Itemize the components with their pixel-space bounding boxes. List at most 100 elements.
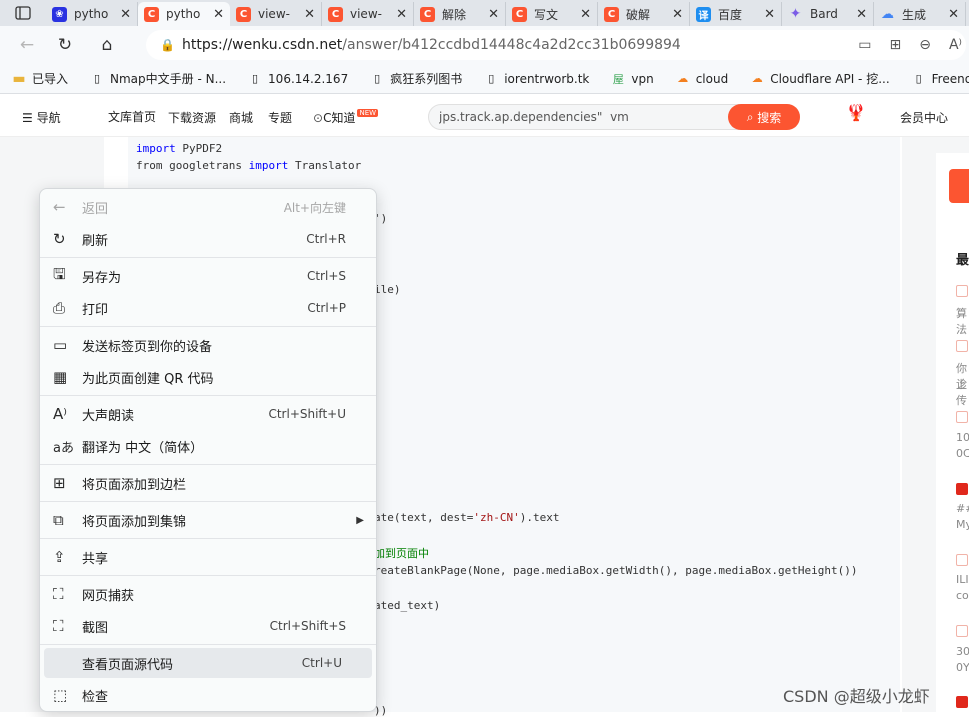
mascot-logo[interactable]: 🦞 bbox=[846, 103, 872, 127]
save-as-icon: 🖫 bbox=[53, 264, 66, 283]
zoom-icon[interactable]: ⊖ bbox=[919, 37, 931, 53]
csdn-icon: C bbox=[512, 6, 527, 22]
close-icon[interactable]: ✕ bbox=[396, 7, 407, 22]
browser-tab[interactable]: C 写文 ✕ bbox=[506, 2, 598, 26]
printer-icon: ⎙ bbox=[53, 299, 66, 317]
bookmark-label: Cloudflare API - 挖... bbox=[770, 72, 890, 86]
menu-item-view-source[interactable]: 查看页面源代码 Ctrl+U bbox=[44, 648, 372, 678]
close-icon[interactable]: ✕ bbox=[672, 7, 683, 22]
close-icon[interactable]: ✕ bbox=[580, 7, 591, 22]
sidebar-snippet[interactable]: 10( bbox=[956, 431, 969, 444]
browser-tab-active[interactable]: Cpytho ✕ bbox=[138, 2, 230, 26]
close-icon[interactable]: ✕ bbox=[488, 7, 499, 22]
app-available-icon[interactable]: ▭ bbox=[858, 37, 871, 53]
address-bar[interactable]: 🔒 https://wenku.csdn.net/answer/b412ccdb… bbox=[146, 30, 966, 60]
browser-tab[interactable]: Cview- ✕ bbox=[230, 2, 322, 26]
close-icon[interactable]: ✕ bbox=[304, 7, 315, 22]
inspect-icon: ⬚ bbox=[53, 686, 68, 704]
csdn-app-icon[interactable] bbox=[949, 169, 969, 203]
browser-tab[interactable]: ✦ Bard ✕ bbox=[782, 2, 874, 26]
close-icon[interactable]: ✕ bbox=[120, 7, 131, 22]
menu-divider bbox=[40, 644, 376, 645]
browser-tab[interactable]: Cview- ✕ bbox=[322, 2, 414, 26]
nav-menu-button[interactable]: ☰ 导航 bbox=[22, 109, 61, 126]
nav-link-cknow[interactable]: ⊙C知道 NEW bbox=[313, 109, 379, 126]
sidebar-snippet[interactable]: col bbox=[956, 589, 969, 602]
screenshot-icon: ⛶ bbox=[53, 617, 64, 635]
bookmark-label: 疯狂系列图书 bbox=[390, 72, 463, 86]
browser-tab[interactable]: C 解除 ✕ bbox=[414, 2, 506, 26]
qr-code-icon: ▦ bbox=[53, 368, 68, 386]
web-capture-icon: ⛶ bbox=[53, 585, 64, 603]
chevron-right-icon: ▶ bbox=[356, 514, 364, 526]
back-button[interactable]: ← bbox=[10, 30, 44, 60]
code-line: reateBlankPage(None, page.mediaBox.getWi… bbox=[374, 564, 858, 577]
menu-item-qr-code[interactable]: ▦ 为此页面创建 QR 代码 bbox=[44, 362, 372, 392]
close-icon[interactable]: ✕ bbox=[856, 7, 867, 22]
menu-item-read-aloud[interactable]: A⁾ 大声朗读 Ctrl+Shift+U bbox=[44, 399, 372, 429]
nav-link-mall[interactable]: 商城 bbox=[229, 109, 253, 126]
close-icon[interactable]: ✕ bbox=[764, 7, 775, 22]
site-header: ☰ 导航 文库首页 下载资源 商城 专题 ⊙C知道NEW ⌕ 搜索 🦞 会员中心 bbox=[0, 95, 969, 137]
bookmark-item[interactable]: 屋 vpn bbox=[611, 72, 654, 86]
menu-item-screenshot[interactable]: ⛶ 截图 Ctrl+Shift+S bbox=[44, 611, 372, 641]
search-button[interactable]: ⌕ 搜索 bbox=[728, 104, 800, 130]
favorites-bar: ▬ 已导入 ▯ Nmap中文手册 - N... ▯ 106.14.2.167 ▯ 疯狂系… bbox=[0, 64, 969, 94]
csdn-icon: C bbox=[236, 6, 251, 22]
page-icon: ▯ bbox=[252, 72, 259, 85]
browser-tab[interactable]: ❀ pytho ✕ bbox=[46, 2, 138, 26]
sidebar-snippet[interactable]: ILIS bbox=[956, 573, 969, 586]
bookmark-item[interactable]: ▯ 106.14.2.167 bbox=[248, 72, 348, 86]
sidebar-snippet[interactable]: ## bbox=[956, 502, 969, 515]
menu-item-refresh[interactable]: ↻ 刷新 Ctrl+R bbox=[44, 224, 372, 254]
menu-item-translate[interactable]: aあ 翻译为 中文（简体） bbox=[44, 431, 372, 461]
menu-item-share[interactable]: ⇪ 共享 bbox=[44, 542, 372, 572]
sidebar-snippet[interactable]: 0C bbox=[956, 447, 969, 460]
menu-item-web-capture[interactable]: ⛶ 网页捕获 bbox=[44, 579, 372, 609]
sidebar-snippet[interactable]: 30( bbox=[956, 645, 969, 658]
sidebar-snippet[interactable]: My bbox=[956, 518, 969, 531]
browser-tab[interactable]: 译百度 ✕ bbox=[690, 2, 782, 26]
bookmark-label: Freenom Domain bbox=[931, 71, 969, 86]
menu-item-collections[interactable]: ⧉ 将页面添加到集锦 ▶ bbox=[44, 505, 372, 535]
menu-item-back[interactable]: ← 返回 Alt+向左键 bbox=[44, 192, 372, 222]
sidebar-snippet[interactable]: 上传 bbox=[956, 376, 969, 408]
code-line: ate(text, dest='zh-CN').text bbox=[374, 511, 560, 524]
search-input[interactable] bbox=[429, 105, 728, 129]
home-button[interactable]: ⌂ bbox=[90, 30, 124, 60]
close-icon[interactable]: ✕ bbox=[213, 7, 224, 22]
bookmark-item[interactable]: ▬ 已导入 bbox=[12, 70, 68, 87]
doc-icon bbox=[956, 411, 968, 423]
menu-item-print[interactable]: ⎙ 打印 Ctrl+P bbox=[44, 293, 372, 323]
refresh-button[interactable]: ↻ bbox=[48, 30, 82, 60]
nav-link-home[interactable]: 文库首页 bbox=[108, 108, 156, 125]
nav-link-download[interactable]: 下载资源 bbox=[168, 109, 216, 126]
menu-shortcut: Ctrl+Shift+S bbox=[269, 619, 346, 633]
bookmark-item[interactable]: ☁ cloud bbox=[676, 72, 728, 86]
browser-tab[interactable]: C 破解 ✕ bbox=[598, 2, 690, 26]
bookmark-item[interactable]: ☁ Cloudflare API - 挖... bbox=[750, 70, 890, 87]
read-aloud-icon[interactable]: A⁾ bbox=[949, 37, 962, 53]
bard-sparkle-icon: ✦ bbox=[789, 6, 802, 22]
browser-tab[interactable]: ☁ 生成 ✕ bbox=[874, 2, 966, 26]
nav-link-topics[interactable]: 专题 bbox=[268, 109, 292, 126]
extensions-icon[interactable]: ⊞ bbox=[890, 37, 902, 53]
page-icon: ▯ bbox=[374, 72, 381, 85]
menu-item-send-tab[interactable]: ▭ 发送标签页到你的设备 bbox=[44, 330, 372, 360]
read-aloud-icon: A⁾ bbox=[53, 405, 67, 423]
close-icon[interactable]: ✕ bbox=[948, 7, 959, 22]
bookmark-item[interactable]: ▯ Nmap中文手册 - N... bbox=[90, 70, 226, 87]
menu-item-inspect[interactable]: ⬚ 检查 bbox=[44, 680, 372, 710]
sidebar-snippet[interactable]: 0Y bbox=[956, 661, 969, 674]
workspaces-button[interactable] bbox=[0, 0, 46, 26]
menu-label: 将页面添加到集锦 bbox=[82, 514, 187, 530]
menu-item-add-sidebar[interactable]: ⊞ 将页面添加到边栏 bbox=[44, 468, 372, 498]
menu-divider bbox=[40, 464, 376, 465]
bookmark-item[interactable]: ▯ Freenom Domain bbox=[912, 72, 969, 86]
sidebar-snippet[interactable]: 算法 bbox=[956, 305, 969, 337]
bookmark-item[interactable]: ▯ 疯狂系列图书 bbox=[370, 70, 462, 87]
menu-item-save-as[interactable]: 🖫 另存为 Ctrl+S bbox=[44, 261, 372, 291]
member-center-link[interactable]: 会员中心 bbox=[900, 109, 948, 126]
cloudflare-icon: ☁ bbox=[751, 72, 763, 85]
bookmark-item[interactable]: ▯ iorentrworb.tk bbox=[484, 72, 589, 86]
